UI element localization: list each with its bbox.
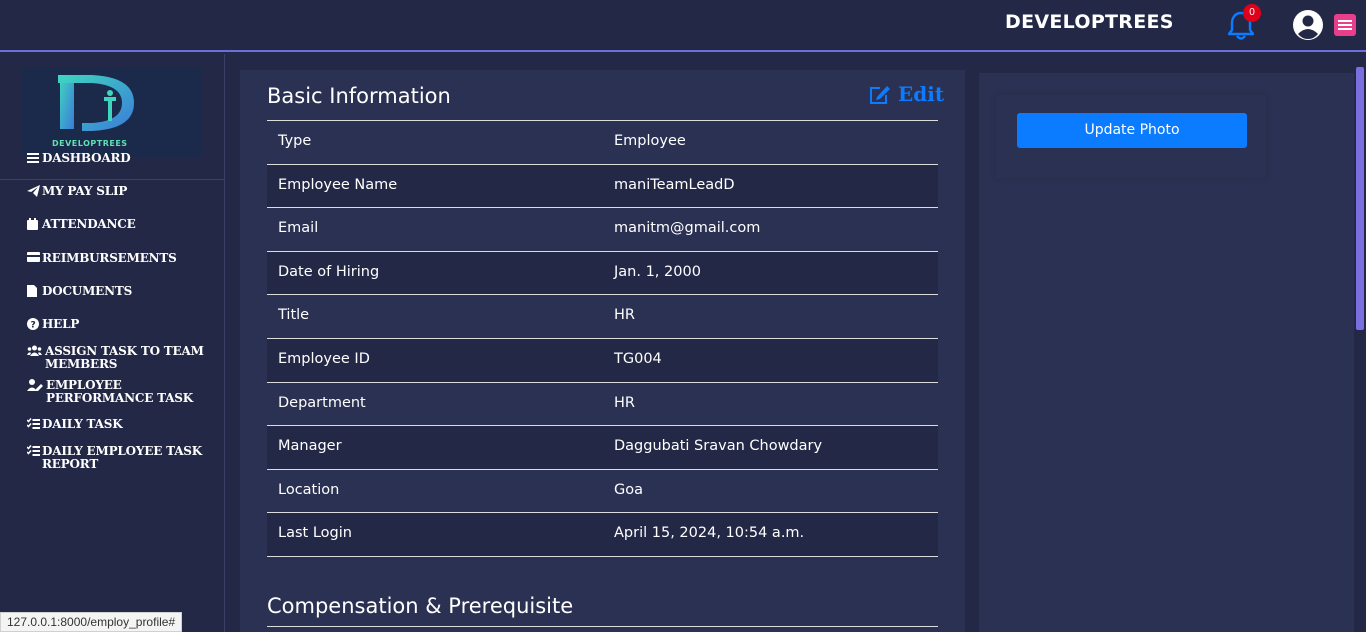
basic-info-table: Type Employee Employee Name maniTeamLead… (267, 120, 938, 557)
list-check-icon (26, 445, 40, 459)
row-value: Jan. 1, 2000 (614, 263, 701, 280)
sidebar-item-my-pay-slip[interactable]: MY PAY SLIP (27, 185, 217, 200)
hamburger-menu-button[interactable] (1334, 14, 1356, 36)
table-row: Location Goa (267, 470, 938, 514)
row-value: maniTeamLeadD (614, 176, 735, 193)
sidebar-item-daily-employee-task-report[interactable]: DAILY EMPLOYEE TASK REPORT (26, 444, 217, 471)
row-value: Daggubati Sravan Chowdary (614, 438, 823, 455)
sidebar-item-assign-task[interactable]: ASSIGN TASK TO TEAM MEMBERS (27, 345, 217, 371)
table-row: Manager Daggubati Sravan Chowdary (267, 426, 938, 470)
sidebar-divider (0, 179, 224, 180)
list-check-icon (26, 418, 40, 432)
row-label: Email (278, 220, 319, 237)
row-label: Department (278, 394, 366, 411)
row-label: Manager (278, 438, 342, 455)
row-label: Location (278, 481, 340, 498)
row-value: manitm@gmail.com (614, 220, 761, 237)
bars-icon (27, 152, 40, 166)
compensation-title: Compensation & Prerequisite (267, 594, 574, 618)
update-photo-button[interactable]: Update Photo (1017, 113, 1247, 148)
row-label: Type (278, 133, 312, 149)
row-label: Employee Name (278, 176, 398, 193)
row-value: TG004 (614, 350, 662, 367)
svg-text:?: ? (30, 321, 35, 331)
row-value: April 15, 2024, 10:54 a.m. (614, 525, 805, 542)
row-label: Date of Hiring (278, 263, 380, 280)
edit-icon (870, 86, 890, 104)
sidebar-item-label: REIMBURSEMENTS (42, 251, 177, 265)
sidebar-item-dashboard[interactable]: DASHBOARD (27, 152, 217, 166)
sidebar-item-label: DAILY TASK (42, 417, 123, 431)
sidebar-item-documents[interactable]: DOCUMENTS (27, 285, 217, 300)
compensation-divider (267, 626, 938, 627)
sidebar: DEVELOPTREES (0, 54, 225, 632)
table-row: Employee ID TG004 (267, 338, 938, 383)
sidebar-item-label: HELP (42, 317, 80, 331)
top-navbar: DEVELOPTREES 0 (0, 0, 1366, 52)
edit-button[interactable]: Edit (868, 82, 944, 106)
sidebar-item-label: MY PAY SLIP (42, 184, 128, 198)
sidebar-item-attendance[interactable]: ATTENDANCE (27, 218, 217, 233)
table-row: Department HR (267, 383, 938, 427)
credit-card-icon (27, 252, 40, 265)
question-circle-icon: ? (27, 318, 40, 333)
scrollbar-thumb[interactable] (1356, 67, 1364, 330)
sidebar-item-label: ASSIGN TASK TO TEAM MEMBERS (45, 344, 204, 371)
calendar-icon (27, 218, 40, 233)
row-value: Goa (614, 481, 643, 498)
basic-info-title: Basic Information (267, 84, 451, 108)
edit-label: Edit (898, 82, 945, 106)
paper-plane-icon (27, 185, 40, 200)
row-value: HR (614, 394, 635, 411)
sidebar-item-help[interactable]: ? HELP (27, 318, 217, 333)
logo-text: DEVELOPTREES (52, 139, 128, 148)
user-edit-icon (27, 379, 44, 394)
sidebar-item-employee-performance[interactable]: EMPLOYEE PERFORMANCE TASK (27, 379, 217, 405)
user-circle-icon[interactable] (1292, 9, 1324, 41)
table-row: Email manitm@gmail.com (267, 208, 938, 252)
sidebar-item-daily-task[interactable]: DAILY TASK (26, 417, 217, 432)
sidebar-item-label: DOCUMENTS (42, 284, 133, 298)
table-row: Date of Hiring Jan. 1, 2000 (267, 251, 938, 296)
sidebar-item-label: DAILY EMPLOYEE TASK REPORT (42, 444, 203, 471)
notification-badge: 0 (1243, 4, 1261, 22)
users-icon (27, 345, 43, 359)
row-value: Employee (614, 133, 686, 149)
row-value: HR (614, 307, 635, 324)
company-logo[interactable]: DEVELOPTREES (22, 67, 202, 157)
page-scrollbar[interactable] (1354, 54, 1366, 632)
table-row: Employee Name maniTeamLeadD (267, 164, 938, 209)
table-row: Last Login April 15, 2024, 10:54 a.m. (267, 513, 938, 557)
file-icon (27, 285, 40, 300)
row-label: Title (278, 307, 310, 324)
table-row: Type Employee (267, 121, 938, 165)
sidebar-item-reimbursements[interactable]: REIMBURSEMENTS (27, 252, 217, 265)
sidebar-item-label: EMPLOYEE PERFORMANCE TASK (46, 378, 194, 405)
row-label: Employee ID (278, 350, 370, 367)
row-label: Last Login (278, 525, 352, 542)
sidebar-item-label: ATTENDANCE (42, 217, 136, 231)
sidebar-item-label: DASHBOARD (42, 151, 131, 165)
brand-title: DEVELOPTREES (1005, 11, 1174, 33)
table-row: Title HR (267, 295, 938, 339)
status-bar-url: 127.0.0.1:8000/employ_profile# (0, 612, 183, 632)
